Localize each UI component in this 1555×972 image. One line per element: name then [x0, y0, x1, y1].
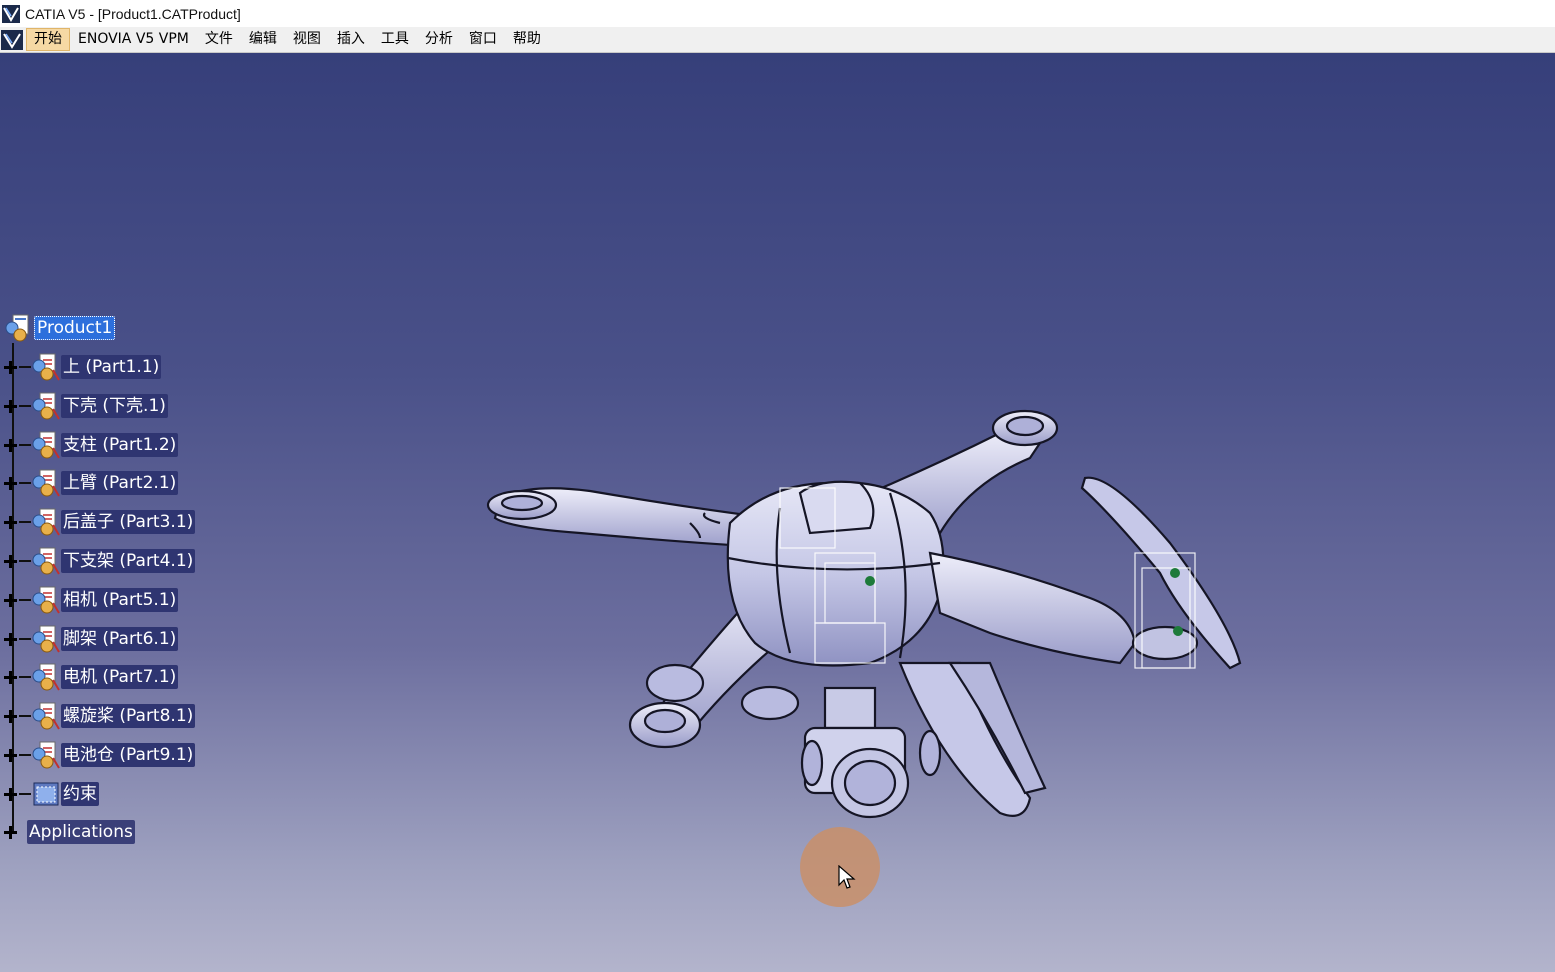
menu-analyze[interactable]: 分析	[417, 28, 461, 51]
tree-node[interactable]: 支柱 (Part1.2)	[4, 431, 179, 459]
menu-start[interactable]: 开始	[26, 28, 70, 51]
tree-node[interactable]: 电机 (Part7.1)	[4, 663, 179, 691]
tree-branch-line	[19, 715, 31, 717]
tree-node-label: 下壳 (下壳.1)	[61, 394, 168, 418]
tree-node-label: 电池仓 (Part9.1)	[61, 743, 196, 767]
expand-plus-icon[interactable]	[4, 554, 17, 568]
tree-branch-line	[19, 405, 31, 407]
tree-node[interactable]: 上臂 (Part2.1)	[4, 469, 179, 497]
tree-node-label: 脚架 (Part6.1)	[61, 627, 179, 651]
window-title: CATIA V5 - [Product1.CATProduct]	[25, 5, 241, 22]
part-icon	[32, 353, 60, 381]
tree-node[interactable]: 上 (Part1.1)	[4, 353, 162, 381]
tree-branch-line	[19, 366, 31, 368]
tree-branch-line	[19, 676, 31, 678]
expand-plus-icon[interactable]	[4, 748, 17, 762]
tree-branch-line	[19, 754, 31, 756]
tree-branch-line	[19, 521, 31, 523]
menu-bar: 开始 ENOVIA V5 VPM 文件 编辑 视图 插入 工具 分析 窗口 帮助	[0, 27, 1555, 53]
part-icon	[32, 702, 60, 730]
tree-applications-label: Applications	[27, 820, 135, 844]
tree-node-label: 螺旋桨 (Part8.1)	[61, 704, 196, 728]
menu-enovia[interactable]: ENOVIA V5 VPM	[70, 28, 197, 51]
tree-node-label: 约束	[61, 782, 99, 806]
specification-tree: Product1 上 (Part1.1) 下壳 (下壳.1) 支柱 (Part1.2…	[0, 53, 260, 972]
part-icon	[32, 392, 60, 420]
menu-window[interactable]: 窗口	[461, 28, 505, 51]
tree-branch-line	[19, 444, 31, 446]
tree-node[interactable]: 下支架 (Part4.1)	[4, 547, 196, 575]
expand-plus-icon[interactable]	[4, 399, 17, 413]
mouse-pointer-icon	[838, 865, 856, 889]
part-icon	[32, 469, 60, 497]
tree-node[interactable]: 脚架 (Part6.1)	[4, 625, 179, 653]
tree-node[interactable]: 电池仓 (Part9.1)	[4, 741, 196, 769]
part-icon	[32, 431, 60, 459]
tree-applications-node[interactable]: Applications	[4, 819, 135, 845]
tree-node-label: 后盖子 (Part3.1)	[61, 510, 196, 534]
tree-root-label: Product1	[34, 316, 116, 340]
expand-plus-icon[interactable]	[4, 709, 17, 723]
menu-view[interactable]: 视图	[285, 28, 329, 51]
tree-node[interactable]: 螺旋桨 (Part8.1)	[4, 702, 196, 730]
tree-branch-line	[19, 482, 31, 484]
menu-insert[interactable]: 插入	[329, 28, 373, 51]
expand-plus-icon[interactable]	[4, 476, 17, 490]
3d-viewport[interactable]: Product1 上 (Part1.1) 下壳 (下壳.1) 支柱 (Part1.2…	[0, 53, 1555, 972]
expand-plus-icon[interactable]	[4, 825, 17, 839]
tree-node-label: 下支架 (Part4.1)	[61, 549, 196, 573]
tree-node[interactable]: 下壳 (下壳.1)	[4, 392, 168, 420]
tree-branch-line	[19, 793, 31, 795]
tree-branch-line	[19, 638, 31, 640]
drone-3d-model[interactable]	[470, 343, 1270, 823]
menu-help[interactable]: 帮助	[505, 28, 549, 51]
expand-plus-icon[interactable]	[4, 438, 17, 452]
tree-node[interactable]: 约束	[4, 781, 99, 807]
menu-tools[interactable]: 工具	[373, 28, 417, 51]
tree-node[interactable]: 相机 (Part5.1)	[4, 586, 179, 614]
tree-node-label: 上臂 (Part2.1)	[61, 471, 179, 495]
tree-root-node[interactable]: Product1	[4, 314, 116, 342]
part-icon	[32, 625, 60, 653]
expand-plus-icon[interactable]	[4, 515, 17, 529]
part-icon	[32, 508, 60, 536]
tree-node-label: 上 (Part1.1)	[61, 355, 162, 379]
expand-plus-icon[interactable]	[4, 360, 17, 374]
tree-branch-line	[19, 560, 31, 562]
product-icon	[5, 314, 29, 342]
expand-plus-icon[interactable]	[4, 632, 17, 646]
tree-node-label: 相机 (Part5.1)	[61, 588, 179, 612]
constraints-icon	[33, 782, 59, 806]
expand-plus-icon[interactable]	[4, 593, 17, 607]
part-icon	[32, 547, 60, 575]
catia-logo-icon	[2, 4, 20, 23]
part-icon	[32, 586, 60, 614]
tree-node[interactable]: 后盖子 (Part3.1)	[4, 508, 196, 536]
tree-node-label: 支柱 (Part1.2)	[61, 433, 179, 457]
menu-edit[interactable]: 编辑	[241, 28, 285, 51]
tree-node-label: 电机 (Part7.1)	[61, 665, 179, 689]
part-icon	[32, 663, 60, 691]
menu-file[interactable]: 文件	[197, 28, 241, 51]
expand-plus-icon[interactable]	[4, 670, 17, 684]
document-icon[interactable]	[1, 29, 23, 50]
part-icon	[32, 741, 60, 769]
expand-plus-icon[interactable]	[4, 787, 17, 801]
title-bar: CATIA V5 - [Product1.CATProduct]	[0, 0, 1555, 27]
tree-branch-line	[19, 599, 31, 601]
